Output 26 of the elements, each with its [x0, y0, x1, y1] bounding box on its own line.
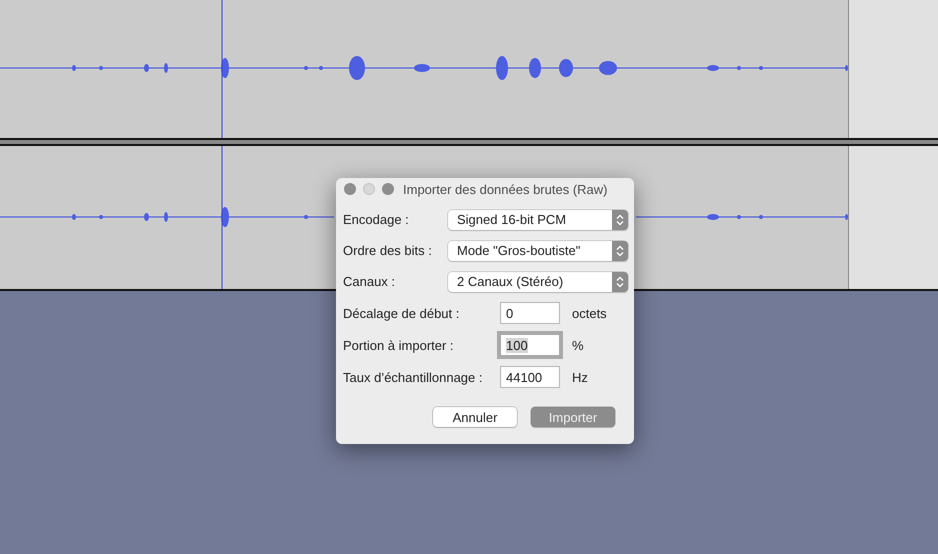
field-value: 44100	[506, 370, 542, 384]
dialog-title: Importer des données brutes (Raw)	[403, 182, 608, 196]
chevron-updown-icon	[612, 240, 628, 260]
dropdown[interactable]: Signed 16-bit PCM	[448, 210, 628, 230]
input-field[interactable]: 100	[497, 331, 563, 359]
unit-label: Hz	[572, 370, 588, 384]
field-value: 100	[506, 338, 528, 352]
field-label: Canaux :	[343, 274, 396, 289]
field-label: Encodage :	[343, 212, 410, 227]
close-icon[interactable]	[344, 183, 356, 195]
chevron-updown-icon	[612, 210, 628, 230]
input-field[interactable]: 44100	[500, 366, 560, 388]
zoom-icon[interactable]	[382, 183, 394, 195]
dropdown[interactable]: Mode "Gros-boutiste"	[448, 240, 628, 260]
field-label: Ordre des bits :	[343, 243, 433, 258]
cancel-button[interactable]: Annuler	[433, 407, 517, 427]
field-label: Portion à importer :	[343, 338, 455, 352]
input-field[interactable]: 0	[500, 302, 560, 324]
unit-label: %	[572, 338, 584, 352]
dropdown[interactable]: 2 Canaux (Stéréo)	[448, 272, 628, 292]
field-value: 0	[506, 306, 514, 320]
minimize-icon[interactable]	[363, 183, 375, 195]
field-label: Taux d’échantillonnage :	[343, 370, 484, 384]
unit-label: octets	[572, 306, 607, 320]
chevron-updown-icon	[612, 272, 628, 292]
field-label: Décalage de début :	[343, 306, 460, 320]
